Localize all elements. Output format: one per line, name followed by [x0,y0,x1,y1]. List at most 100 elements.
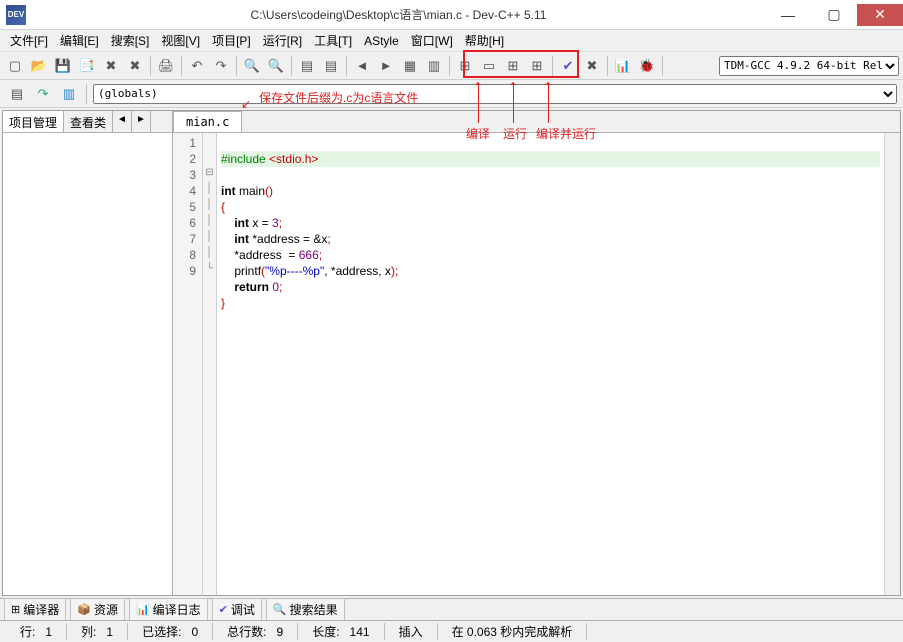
new-file-icon[interactable]: ▢ [4,55,26,77]
bottom-tab-debug[interactable]: ✔调试 [212,598,262,621]
debug-icon[interactable]: ✔ [557,55,579,77]
bottom-tab-resource[interactable]: 📦资源 [70,598,125,621]
statusbar: 行: 1 列: 1 已选择: 0 总行数: 9 长度: 141 插入 在 0.0… [0,620,903,642]
profile-icon[interactable]: 📊 [612,55,634,77]
stop-debug-icon[interactable]: ✖ [581,55,603,77]
app-icon: DEV [6,5,26,25]
code-editor[interactable]: 1 2 3 4 5 6 7 8 9 ⊟ │││││└ #include <std… [173,133,900,595]
menubar: 文件[F] 编辑[E] 搜索[S] 视图[V] 项目[P] 运行[R] 工具[T… [0,30,903,52]
secondary-toolbar: ▤ ↷ ▥ (globals) [0,80,903,108]
toolbar-separator [346,56,347,76]
bottom-tabs: ⊞编译器 📦资源 📊编译日志 ✔调试 🔍搜索结果 [0,598,903,620]
project-tree[interactable] [3,133,172,595]
compiler-select[interactable]: TDM-GCC 4.9.2 64-bit Release [719,56,899,76]
left-panel: 项目管理 查看类 ◄ ► [3,111,173,595]
file-tabs: mian.c [173,111,900,133]
main-area: 保存文件后缀为.c为c语言文件 ↙ 编译 运行 编译并运行 项目管理 查看类 ◄… [2,110,901,596]
log-icon: 📊 [136,603,150,616]
status-insert-mode: 插入 [385,623,438,640]
close-doc-icon[interactable]: ✖ [100,55,122,77]
vertical-scrollbar[interactable] [884,133,900,595]
bottom-tab-search-result[interactable]: 🔍搜索结果 [266,598,345,621]
menu-tools[interactable]: 工具[T] [308,30,358,51]
check-icon: ✔ [219,603,228,616]
forward-icon[interactable]: ► [375,55,397,77]
left-tabs: 项目管理 查看类 ◄ ► [3,111,172,133]
goto-class-icon[interactable]: ↷ [32,83,54,105]
new-class-icon[interactable]: ▤ [6,83,28,105]
globals-select[interactable]: (globals) [93,84,897,104]
bookmark-icon[interactable]: ▤ [320,55,342,77]
tab-scroll-right-icon[interactable]: ► [132,111,151,132]
line-number: 1 [173,135,202,151]
file-tab-mian-c[interactable]: mian.c [173,111,242,132]
menu-run[interactable]: 运行[R] [257,30,308,51]
line-number: 5 [173,199,202,215]
toolbar-separator [662,56,663,76]
goto-decl-icon[interactable]: ▥ [58,83,80,105]
tab-scroll-left-icon[interactable]: ◄ [113,111,132,132]
window-title: C:\Users\codeing\Desktop\c语言\mian.c - De… [32,6,765,23]
status-col: 列: 1 [67,623,128,640]
toolbar-separator [181,56,182,76]
minimize-button[interactable]: — [765,4,811,26]
main-toolbar: ▢ 📂 💾 📑 ✖ ✖ 🖨 ↶ ↷ 🔍 🔍 ▤ ▤ ◄ ► ▦ ▥ ⊞ ▭ ⊞ … [0,52,903,80]
code-content[interactable]: #include <stdio.h> int main() { int x = … [217,133,884,595]
status-line: 行: 1 [6,623,67,640]
pause-icon[interactable]: ▥ [423,55,445,77]
status-selected: 已选择: 0 [128,623,213,640]
grid-icon: ⊞ [11,603,20,616]
save-icon[interactable]: 💾 [52,55,74,77]
menu-project[interactable]: 项目[P] [206,30,257,51]
tab-class-view[interactable]: 查看类 [64,111,113,132]
line-number: 4 [173,183,202,199]
compile-run-icon[interactable]: ⊞ [502,55,524,77]
save-all-icon[interactable]: 📑 [76,55,98,77]
undo-icon[interactable]: ↶ [186,55,208,77]
toolbar-separator [236,56,237,76]
resource-icon: 📦 [77,603,91,616]
menu-window[interactable]: 窗口[W] [405,30,459,51]
titlebar: DEV C:\Users\codeing\Desktop\c语言\mian.c … [0,0,903,30]
close-all-icon[interactable]: ✖ [124,55,146,77]
open-folder-icon[interactable]: 📂 [28,55,50,77]
print-icon[interactable]: 🖨 [155,55,177,77]
tab-project[interactable]: 项目管理 [3,111,64,132]
menu-edit[interactable]: 编辑[E] [54,30,105,51]
menu-file[interactable]: 文件[F] [4,30,54,51]
toolbar-separator [607,56,608,76]
bottom-tab-compile-log[interactable]: 📊编译日志 [129,598,208,621]
compile-icon[interactable]: ⊞ [454,55,476,77]
delete-profile-icon[interactable]: 🐞 [636,55,658,77]
toolbar-separator [150,56,151,76]
fold-gutter: ⊟ │││││└ [203,133,217,595]
status-total-lines: 总行数: 9 [213,623,298,640]
menu-astyle[interactable]: AStyle [358,32,405,50]
search-icon: 🔍 [273,603,287,616]
goto-line-icon[interactable]: ▤ [296,55,318,77]
find-icon[interactable]: 🔍 [241,55,263,77]
toolbar-separator [552,56,553,76]
redo-icon[interactable]: ↷ [210,55,232,77]
toolbar-separator [291,56,292,76]
window-controls: — ▢ ✕ [765,4,903,26]
editor-area: mian.c 1 2 3 4 5 6 7 8 9 ⊟ │││││└ #inclu… [173,111,900,595]
close-button[interactable]: ✕ [857,4,903,26]
line-number: 6 [173,215,202,231]
fold-minus-icon[interactable]: ⊟ [203,167,216,183]
menu-search[interactable]: 搜索[S] [105,30,156,51]
maximize-button[interactable]: ▢ [811,4,857,26]
line-number-gutter: 1 2 3 4 5 6 7 8 9 [173,133,203,595]
replace-icon[interactable]: 🔍 [265,55,287,77]
status-length: 长度: 141 [298,623,384,640]
toolbar-separator [449,56,450,76]
back-icon[interactable]: ◄ [351,55,373,77]
menu-view[interactable]: 视图[V] [155,30,206,51]
run-icon[interactable]: ▭ [478,55,500,77]
rebuild-all-icon[interactable]: ⊞ [526,55,548,77]
menu-help[interactable]: 帮助[H] [459,30,510,51]
line-number: 3 [173,167,202,183]
stop-icon[interactable]: ▦ [399,55,421,77]
bottom-tab-compiler[interactable]: ⊞编译器 [4,598,66,621]
toolbar-separator [86,84,87,104]
